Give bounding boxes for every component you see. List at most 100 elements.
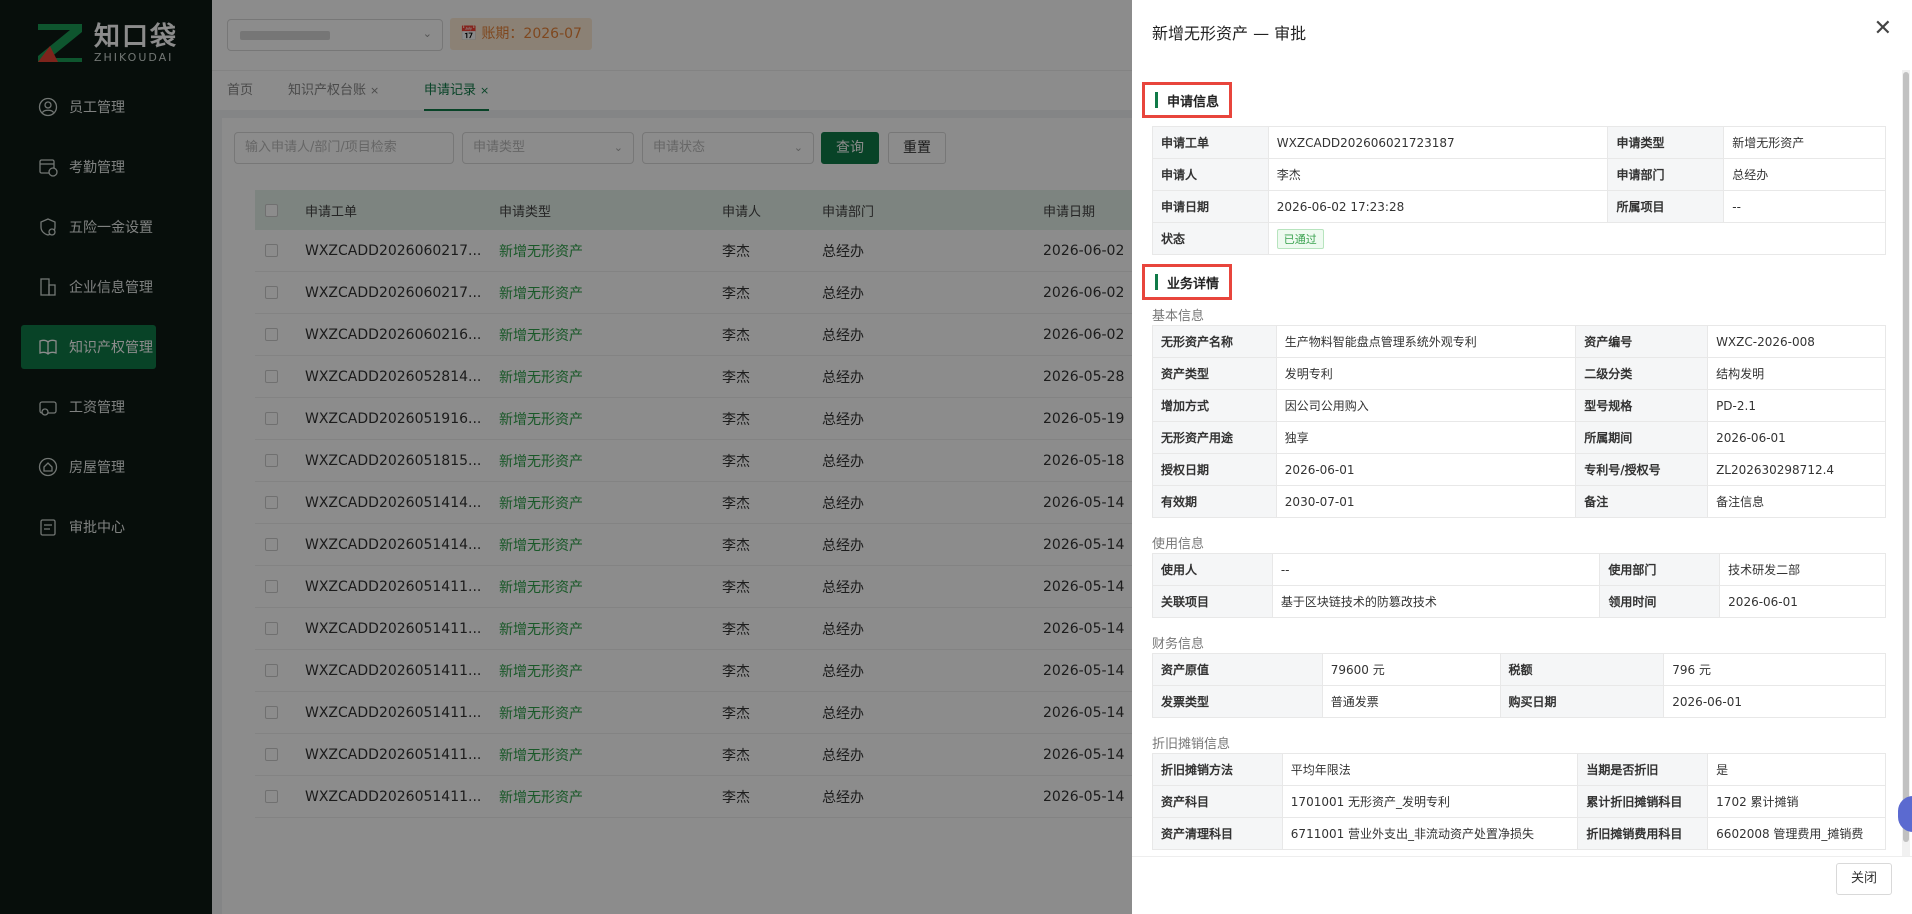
- section-marker: [1155, 274, 1158, 290]
- detail-row: 增加方式 因公司公用购入 型号规格 PD-2.1: [1152, 389, 1886, 422]
- drawer-footer: 关闭: [1132, 856, 1912, 914]
- field-label: 二级分类: [1575, 357, 1709, 390]
- status-badge: 已通过: [1276, 228, 1324, 249]
- field-label: 申请类型: [1607, 126, 1725, 159]
- detail-row: 资产类型 发明专利 二级分类 结构发明: [1152, 357, 1886, 390]
- field-label: 备注: [1575, 485, 1709, 518]
- detail-row: 申请日期 2026-06-02 17:23:28 所属项目 --: [1152, 190, 1886, 223]
- field-value: 2026-06-01: [1663, 685, 1886, 718]
- field-value: 李杰: [1267, 158, 1609, 191]
- apply-info-table: 申请工单 WXZCADD202606021723187 申请类型 新增无形资产 申请人李…: [1152, 126, 1887, 255]
- detail-row: 授权日期 2026-06-01 专利号/授权号 ZL202630298712.4: [1152, 453, 1886, 486]
- close-icon[interactable]: ✕: [1874, 16, 1892, 41]
- field-value: --: [1723, 190, 1886, 223]
- field-value: 2030-07-01: [1275, 485, 1577, 518]
- field-label: 所属期间: [1575, 421, 1709, 454]
- field-value: 平均年限法: [1281, 753, 1579, 786]
- field-label: 当期是否折旧: [1577, 753, 1709, 786]
- field-label: 申请人: [1152, 158, 1269, 191]
- field-label: 使用人: [1152, 553, 1273, 586]
- scrollbar-thumb[interactable]: [1903, 72, 1909, 842]
- field-label: 申请日期: [1152, 190, 1269, 223]
- field-label: 申请部门: [1607, 158, 1725, 191]
- subsection-title-finance: 财务信息: [1152, 637, 1205, 652]
- field-label: 专利号/授权号: [1575, 453, 1709, 486]
- subsection-title-depreciation: 折旧摊销信息: [1152, 737, 1231, 752]
- detail-row: 资产科目 1701001 无形资产_发明专利 累计折旧摊销科目 1702 累计摊销: [1152, 785, 1886, 818]
- field-label: 资产清理科目: [1152, 817, 1283, 850]
- detail-row: 发票类型 普通发票 购买日期 2026-06-01: [1152, 685, 1886, 718]
- field-value: 总经办: [1723, 158, 1886, 191]
- basic-info-table: 无形资产名称 生产物料智能盘点管理系统外观专利 资产编号 WXZC-2026-008 资…: [1152, 325, 1886, 518]
- detail-row: 折旧摊销方法 平均年限法 当期是否折旧是: [1152, 753, 1886, 786]
- field-value: PD-2.1: [1707, 389, 1886, 422]
- field-value: 新增无形资产: [1723, 126, 1886, 159]
- field-value: 备注信息: [1707, 485, 1886, 518]
- approval-drawer: 新增无形资产 — 审批 ✕ 申请信息 申请工单 WXZCADD2026060217…: [1132, 0, 1912, 914]
- section-title: 业务详情: [1167, 276, 1220, 292]
- detail-row: 无形资产用途 独享 所属期间 2026-06-01: [1152, 421, 1886, 454]
- field-value: 79600 元: [1321, 653, 1501, 686]
- field-label: 资产编号: [1575, 325, 1709, 358]
- field-label: 型号规格: [1575, 389, 1709, 422]
- field-label: 资产科目: [1152, 785, 1283, 818]
- field-value: 796 元: [1663, 653, 1886, 686]
- subsection-title-basic: 基本信息: [1152, 309, 1205, 324]
- field-label: 税额: [1499, 653, 1665, 686]
- field-value: 生产物料智能盘点管理系统外观专利: [1275, 325, 1577, 358]
- field-value: 普通发票: [1321, 685, 1501, 718]
- field-value: WXZCADD202606021723187: [1267, 126, 1609, 159]
- subsection-title-usage: 使用信息: [1152, 537, 1205, 552]
- field-value: 2026-06-01: [1275, 453, 1577, 486]
- field-label: 折旧摊销费用科目: [1577, 817, 1709, 850]
- drawer-scrollbar[interactable]: [1902, 70, 1910, 860]
- close-button[interactable]: 关闭: [1835, 863, 1892, 895]
- field-value: 结构发明: [1707, 357, 1886, 390]
- close-label: 关闭: [1850, 871, 1877, 886]
- detail-row: 申请人 李杰 申请部门 总经办: [1152, 158, 1886, 191]
- field-value: 2026-06-01: [1707, 421, 1886, 454]
- field-value: 1702 累计摊销: [1707, 785, 1886, 818]
- field-label: 资产类型: [1152, 357, 1277, 390]
- field-label: 有效期: [1152, 485, 1277, 518]
- field-label: 增加方式: [1152, 389, 1277, 422]
- field-value: 技术研发二部: [1719, 553, 1886, 586]
- field-value: 独享: [1275, 421, 1577, 454]
- field-value: WXZC-2026-008: [1707, 325, 1886, 358]
- field-value: 2026-06-02 17:23:28: [1267, 190, 1609, 223]
- field-label: 申请工单: [1152, 126, 1269, 159]
- field-value: 基于区块链技术的防篡改技术: [1271, 585, 1601, 618]
- field-label: 所属项目: [1607, 190, 1725, 223]
- detail-row: 资产原值 79600 元税额 796 元: [1152, 653, 1886, 686]
- field-value: 因公司公用购入: [1275, 389, 1577, 422]
- field-value: 6602008 管理费用_摊销费: [1707, 817, 1886, 850]
- field-value: --: [1271, 553, 1601, 586]
- usage-info-table: 使用人 -- 使用部门 技术研发二部 关联项目 基于区块链技术的防篡改技术 领用时间 2026…: [1152, 553, 1886, 618]
- section-marker: [1155, 92, 1158, 108]
- detail-row: 申请工单 WXZCADD202606021723187 申请类型 新增无形资产: [1152, 126, 1886, 159]
- depreciation-info-table: 折旧摊销方法 平均年限法 当期是否折旧是资产科目 1701001 无形资产_发明专利累…: [1152, 753, 1886, 850]
- field-label: 资产原值: [1152, 653, 1323, 686]
- field-value: 6711001 营业外支出_非流动资产处置净损失: [1281, 817, 1579, 850]
- field-value: 发明专利: [1275, 357, 1577, 390]
- field-value: 1701001 无形资产_发明专利: [1281, 785, 1579, 818]
- field-label: 发票类型: [1152, 685, 1323, 718]
- field-label: 购买日期: [1499, 685, 1665, 718]
- finance-info-table: 资产原值 79600 元税额 796 元发票类型 普通发票 购买日期 2026-06-01: [1152, 653, 1886, 718]
- modal-overlay[interactable]: [0, 0, 1132, 914]
- field-label: 无形资产名称: [1152, 325, 1277, 358]
- section-business-detail: 业务详情: [1142, 264, 1233, 300]
- section-apply-info: 申请信息: [1142, 82, 1233, 118]
- detail-row: 资产清理科目 6711001 营业外支出_非流动资产处置净损失 折旧摊销费用科目 66…: [1152, 817, 1886, 850]
- field-label: 累计折旧摊销科目: [1577, 785, 1709, 818]
- field-value: 是: [1707, 753, 1886, 786]
- field-label: 折旧摊销方法: [1152, 753, 1283, 786]
- field-label: 关联项目: [1152, 585, 1273, 618]
- drawer-body: 申请信息 申请工单 WXZCADD202606021723187 申请类型 新增无形资…: [1132, 68, 1912, 856]
- field-label: 使用部门: [1599, 553, 1721, 586]
- field-label: 无形资产用途: [1152, 421, 1277, 454]
- field-value: 2026-06-01: [1719, 585, 1886, 618]
- drawer-title: 新增无形资产 — 审批: [1152, 24, 1307, 43]
- detail-row: 有效期 2030-07-01 备注 备注信息: [1152, 485, 1886, 518]
- section-title: 申请信息: [1167, 94, 1220, 110]
